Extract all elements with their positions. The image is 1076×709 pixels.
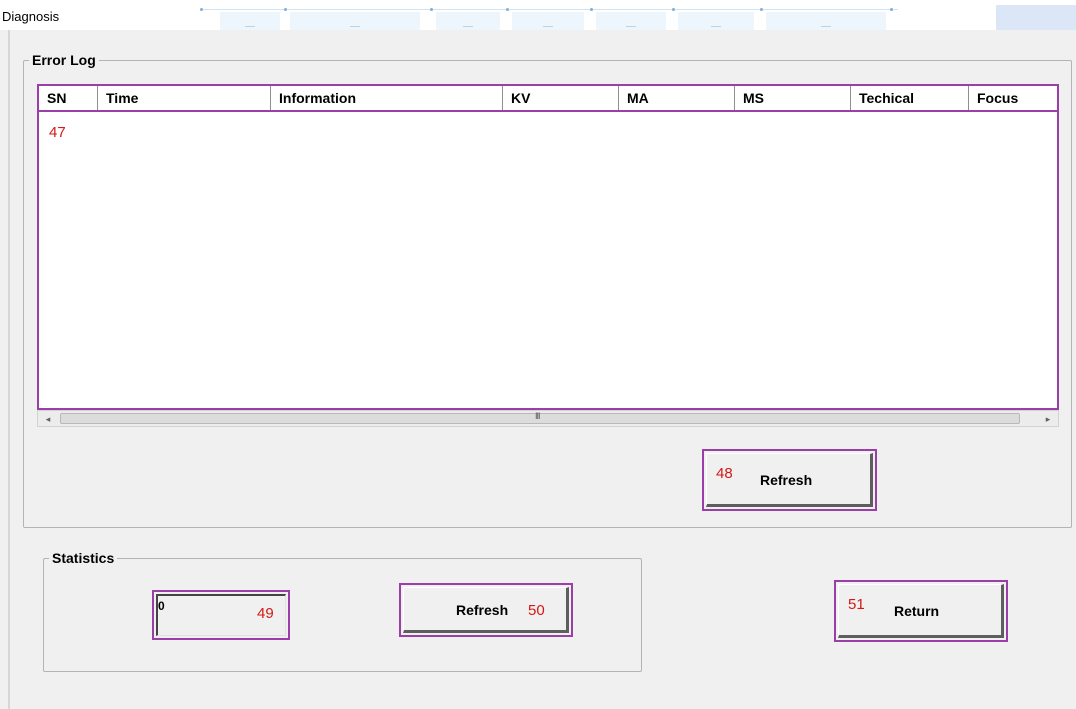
- return-button[interactable]: 51 Return: [834, 580, 1008, 642]
- statistics-refresh-label: Refresh: [456, 602, 509, 618]
- title-decoration: [200, 8, 898, 30]
- column-header-time[interactable]: Time: [98, 86, 271, 110]
- column-header-sn[interactable]: SN: [39, 86, 98, 110]
- window-title: Diagnosis: [2, 9, 60, 24]
- statistics-count-field: 0 49: [152, 590, 290, 640]
- column-header-information[interactable]: Information: [271, 86, 503, 110]
- scroll-left-icon[interactable]: ◂: [40, 412, 56, 426]
- error-log-list[interactable]: SN Time Information KV MA MS Techical Fo…: [37, 84, 1059, 410]
- title-bar-highlight: [996, 5, 1076, 30]
- error-log-header: SN Time Information KV MA MS Techical Fo…: [39, 86, 1057, 112]
- statistics-refresh-button[interactable]: Refresh 50: [399, 583, 573, 637]
- error-log-legend: Error Log: [32, 52, 96, 68]
- count-marker: 49: [257, 605, 274, 622]
- list-marker: 47: [49, 124, 66, 141]
- column-header-techical[interactable]: Techical: [851, 86, 969, 110]
- return-label: Return: [894, 603, 940, 619]
- column-header-ms[interactable]: MS: [735, 86, 851, 110]
- refresh-label: Refresh: [760, 472, 813, 488]
- scrollbar-thumb[interactable]: III: [60, 411, 1020, 424]
- window-left-edge: [8, 30, 10, 709]
- column-header-kv[interactable]: KV: [503, 86, 619, 110]
- scrollbar-grip-icon: III: [535, 411, 540, 421]
- column-header-ma[interactable]: MA: [619, 86, 735, 110]
- statistics-legend: Statistics: [52, 550, 115, 566]
- error-log-refresh-button[interactable]: 48 Refresh: [702, 449, 877, 511]
- column-header-focus[interactable]: Focus: [969, 86, 1057, 110]
- statistics-count-value: 0: [158, 599, 165, 613]
- return-marker: 51: [848, 596, 865, 613]
- title-bar: Diagnosis: [0, 0, 1076, 30]
- horizontal-scrollbar[interactable]: ◂ III ▸: [37, 410, 1059, 427]
- refresh-marker: 48: [716, 465, 733, 482]
- scroll-right-icon[interactable]: ▸: [1040, 412, 1056, 426]
- statistics-refresh-marker: 50: [528, 602, 545, 619]
